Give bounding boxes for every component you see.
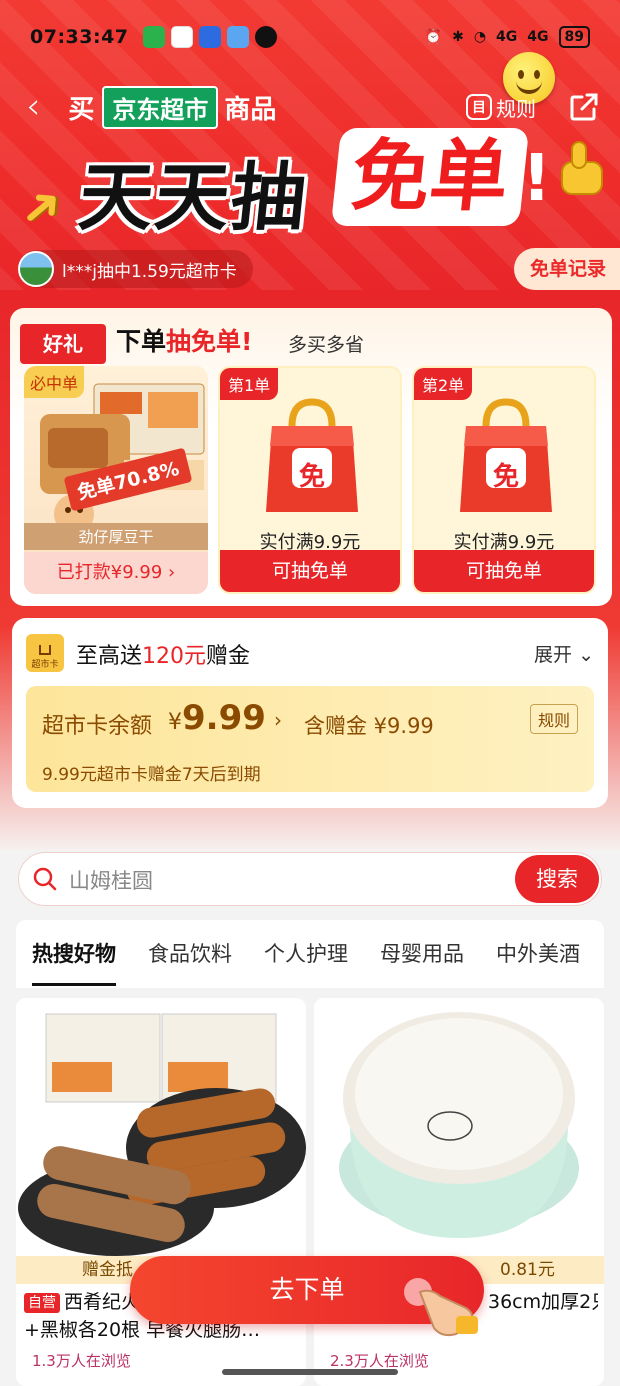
order-slot-2[interactable]: 第2单 免 实付满9.9元 可抽免单 (412, 366, 596, 594)
status-bar: 07:33:47 ⏰ ✱ ◔ 4G 4G 89 (30, 22, 590, 52)
winner-text: l***j抽中1.59元超市卡 (62, 261, 237, 282)
view-count: 1.3万人在浏览 (32, 1352, 131, 1370)
must-win-product[interactable]: 必中单 免单70.8% 劲仔厚豆干 已打款¥9.99 › (24, 366, 208, 594)
headline-exclaim: ! (522, 142, 552, 216)
thumbs-up-icon (561, 141, 603, 195)
share-icon[interactable] (568, 91, 600, 123)
free-order-record-button[interactable]: 免单记录 (513, 248, 620, 290)
rule-label: 规则 (496, 96, 536, 121)
strip-text: 赠金抵 (82, 1260, 133, 1280)
rule-icon: 目 (466, 94, 492, 120)
self-operated-badge: 自营 (24, 1292, 60, 1313)
tab-liquor[interactable]: 中外美酒 (480, 920, 596, 988)
qq-icon (254, 26, 277, 48)
app-icon (170, 26, 193, 48)
wechat-icon (142, 26, 165, 48)
tab-personal-care[interactable]: 个人护理 (248, 920, 364, 988)
notification-icons (142, 26, 277, 48)
home-indicator[interactable] (222, 1369, 398, 1375)
balance-box[interactable]: 超市卡余额 ¥9.99 › 含赠金 ¥9.99 规则 9.99元超市卡赠金7天后… (26, 686, 594, 792)
nav-buy-text: 买 (68, 94, 95, 125)
tab-baby[interactable]: 母婴用品 (364, 920, 480, 988)
search-button[interactable]: 搜索 (515, 855, 599, 903)
headline: ➜ 天天抽 免单 ! (0, 128, 620, 243)
draw-free-button[interactable]: 可抽免单 (414, 550, 594, 592)
gift-subtitle: 多买多省 (288, 334, 365, 356)
bonus-title-c: 赠金 (206, 644, 251, 669)
supermarket-card-panel: 超市卡 至高送120元赠金 展开 ⌄ 超市卡余额 ¥9.99 › 含赠金 ¥9.… (12, 618, 608, 808)
search-icon (33, 867, 57, 891)
bluetooth-icon: ✱ (452, 29, 464, 45)
bonus-title-a: 至高送 (76, 644, 143, 669)
pointing-hand-icon (404, 1278, 478, 1337)
status-right: ⏰ ✱ ◔ 4G 4G 89 (425, 26, 590, 48)
bonus-title: 至高送120元赠金 (76, 638, 250, 670)
card-icon-bag (39, 645, 51, 655)
must-win-tag: 必中单 (24, 366, 85, 398)
rule-button[interactable]: 目 规则 (466, 93, 536, 122)
avatar (18, 251, 54, 287)
gift-title-a: 下单 (116, 327, 167, 356)
gift-title-b: 抽免单 (166, 327, 242, 356)
expiry-note: 9.99元超市卡赠金7天后到期 (42, 765, 261, 785)
product-title: 36cm加厚2只洗菜盆学生塑料洗脚盆泡脚… (488, 1291, 598, 1313)
draw-free-button[interactable]: 可抽免单 (220, 550, 400, 592)
product-image (16, 998, 306, 1256)
expand-button[interactable]: 展开 ⌄ (534, 640, 594, 667)
status-time: 07:33:47 (30, 26, 129, 48)
balance-amount: ¥9.99 (168, 698, 266, 738)
hero-banner: 07:33:47 ⏰ ✱ ◔ 4G 4G 89 ‹ 买 京东超市 商品 目 规则 (0, 0, 620, 300)
winner-ticker: l***j抽中1.59元超市卡 (18, 250, 253, 288)
balance-label: 超市卡余额 (42, 714, 153, 739)
currency: ¥ (168, 710, 182, 735)
headline-daily: 天天抽 (74, 155, 312, 241)
category-tabs: 热搜好物 食品饮料 个人护理 母婴用品 中外美酒 (16, 920, 604, 988)
balance-value: 9.99 (182, 698, 266, 738)
order-slot-1[interactable]: 第1单 免 实付满9.9元 可抽免单 (218, 366, 402, 594)
tab-food[interactable]: 食品饮料 (132, 920, 248, 988)
product-name: 劲仔厚豆干 (24, 523, 208, 550)
card-icon-text: 超市卡 (31, 660, 59, 670)
supermarket-card-icon: 超市卡 (26, 634, 64, 672)
product-card[interactable]: 赠金抵 自营西肴纪火山脆皮烤肠原味+黑椒各20根 早餐火腿肠… 1.3万人在浏览 (16, 998, 306, 1386)
gift-title: 下单抽免单! (116, 322, 252, 358)
gift-card: 好礼 下单抽免单! 多买多省 必中单 免单70.8% 劲仔厚豆干 已打款¥9.9… (10, 308, 612, 606)
weather-icon (226, 26, 249, 48)
view-count: 2.3万人在浏览 (330, 1352, 429, 1370)
back-icon[interactable]: ‹ (26, 89, 40, 125)
bonus-title-b: 120元 (142, 644, 207, 669)
bag-free-char: 免 (298, 462, 325, 492)
nav-goods-text: 商品 (224, 94, 277, 125)
arrow-icon: ➜ (6, 171, 76, 243)
wifi-icon: ◔ (473, 29, 487, 45)
alarm-icon: ⏰ (424, 29, 443, 45)
chevron-right-icon: › (274, 708, 282, 732)
gift-title-c: ! (241, 327, 253, 356)
app-icon (198, 26, 221, 48)
paid-button[interactable]: 已打款¥9.99 › (24, 552, 208, 594)
bag-free-char: 免 (492, 462, 519, 492)
nav-bar: ‹ 买 京东超市 商品 目 规则 (26, 82, 600, 132)
gift-tag: 好礼 (20, 324, 106, 364)
battery-icon: 89 (558, 26, 590, 48)
strip-text: 0.81元 (500, 1260, 555, 1280)
signal-icon-2: 4G (527, 29, 549, 45)
search-bar[interactable]: 山姆桂圆 搜索 (18, 852, 602, 906)
signal-icon: 4G (496, 29, 518, 45)
search-input[interactable]: 山姆桂圆 (69, 865, 153, 895)
tab-hot[interactable]: 热搜好物 (16, 920, 132, 988)
gift-included: 含赠金 ¥9.99 (304, 714, 434, 738)
headline-free: 免单 (330, 128, 530, 226)
jd-supermarket-badge: 京东超市 (102, 85, 219, 129)
balance-rule-button[interactable]: 规则 (529, 704, 578, 734)
product-image (314, 998, 604, 1256)
